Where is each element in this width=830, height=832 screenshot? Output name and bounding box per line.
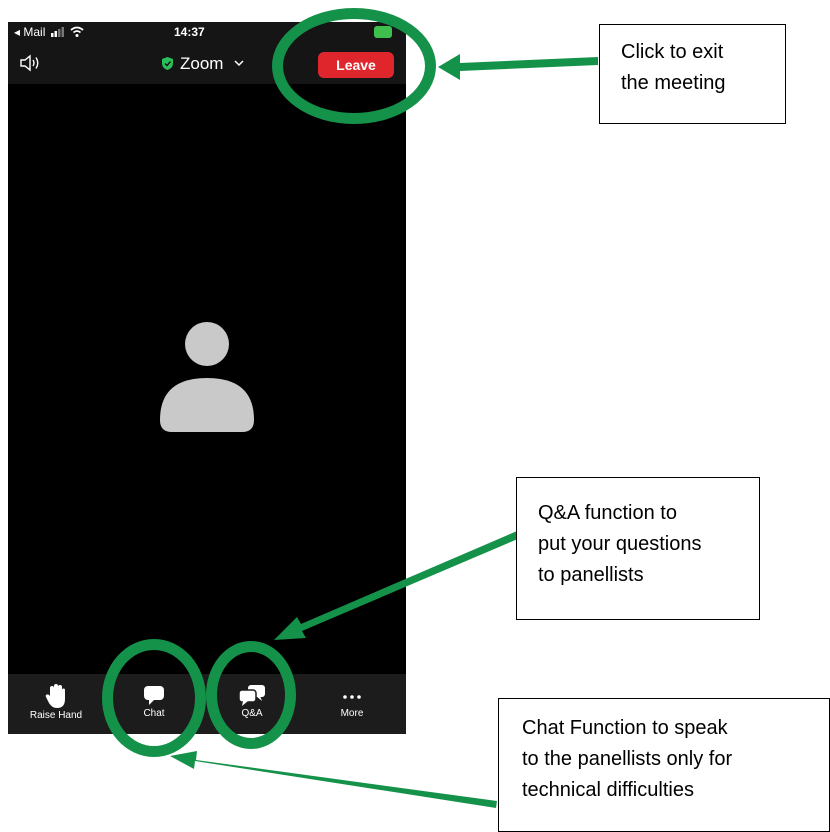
qa-callout-line: to panellists bbox=[538, 564, 644, 586]
arrow-to-chat bbox=[170, 751, 497, 808]
arrow-to-leave bbox=[438, 54, 598, 80]
chat-callout-line: Chat Function to speak bbox=[522, 717, 728, 739]
chat-callout: Chat Function to speak to the panellists… bbox=[498, 698, 830, 832]
qa-callout-line: Q&A function to bbox=[538, 502, 677, 524]
qa-callout-line: put your questions bbox=[538, 533, 702, 555]
leave-callout-line: the meeting bbox=[621, 72, 726, 94]
chat-callout-line: technical difficulties bbox=[522, 779, 694, 801]
qa-callout: Q&A function to put your questions to pa… bbox=[516, 477, 760, 620]
arrow-to-qa bbox=[274, 531, 520, 640]
leave-callout-line: Click to exit bbox=[621, 41, 724, 63]
chat-callout-line: to the panellists only for bbox=[522, 748, 733, 770]
leave-callout: Click to exit the meeting bbox=[599, 24, 786, 124]
